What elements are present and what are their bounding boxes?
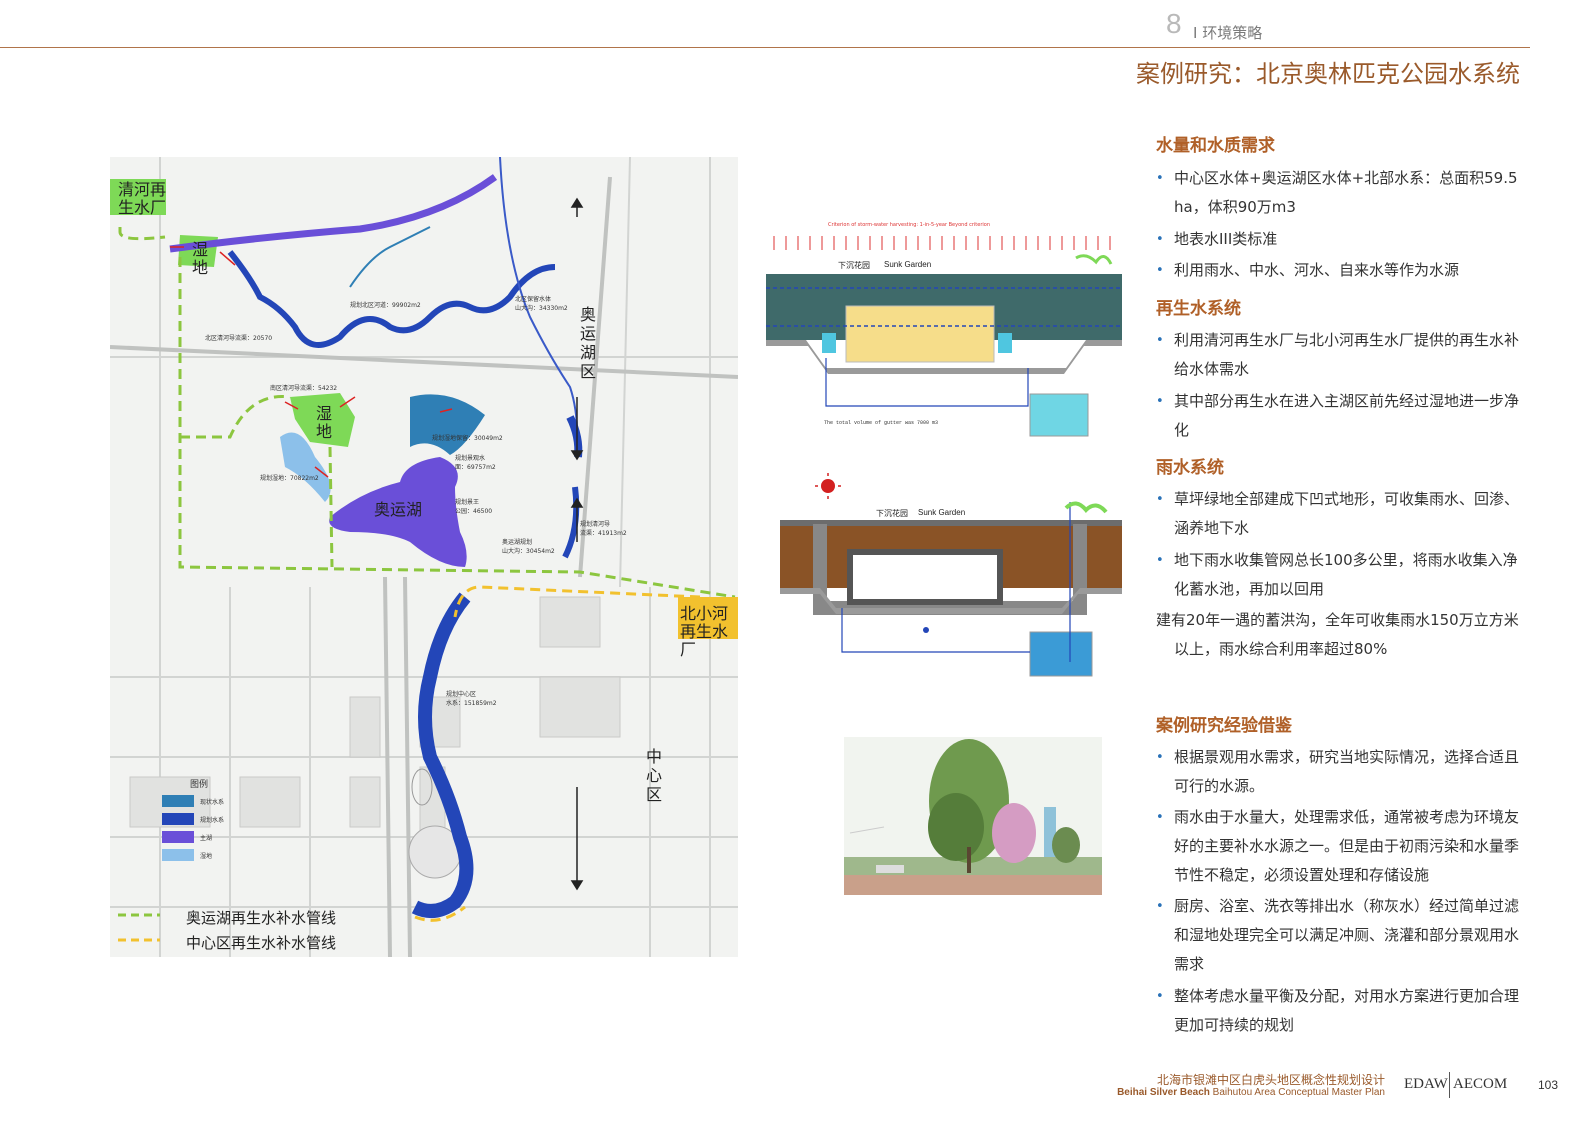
note-diversion-channel: 规划清河导 流渠：41913m2 <box>580 521 627 537</box>
water-demand-item-1: • 中心区水体+奥运湖区水体+北部水系：总面积59.5 ha，体积90万m3 <box>1156 164 1528 222</box>
rain-item-2: • 地下雨水收集管网总长100多公里，将雨水收集入净化蓄水池，再加以回用 <box>1156 546 1528 604</box>
diagram2-garden-label: 下沉花园 <box>876 509 908 518</box>
bullet-dot: • <box>1156 750 1164 765</box>
wetland-north-label: 湿 地 <box>192 240 209 277</box>
diagram2-graphic <box>780 473 1122 677</box>
page-title: 案例研究：北京奥林匹克公园水系统 <box>1136 60 1520 88</box>
olympic-park-water-map: 清河再 生水厂 湿 地 湿 地 奥运湖 奥运湖区 北小河 再生水 厂 中心区 规… <box>110 157 738 957</box>
note-south-channel: 南区清河导流渠：54232 <box>270 385 338 392</box>
logo-separator <box>1449 1072 1450 1098</box>
diagram1-garden-en: Sunk Garden <box>884 260 932 269</box>
note-landscape-water: 规划景观水 面：69757m2 <box>455 455 496 471</box>
lessons-item-2: • 雨水由于水量大，处理需求低，通常被考虑为环境友好的主要补水水源之一。但是由于初… <box>1156 803 1528 890</box>
edaw-logo: EDAW <box>1404 1076 1448 1092</box>
lessons-item-1: • 根据景观用水需求，研究当地实际情况，选择合适且可行的水源。 <box>1156 743 1528 801</box>
lessons-item-4: • 整体考虑水量平衡及分配，对用水方案进行更加合理更加可持续的规划 <box>1156 982 1528 1040</box>
section-heading-lessons: 案例研究经验借鉴 <box>1156 716 1292 736</box>
landscape-illustration-graphic <box>844 737 1102 895</box>
rain-note: 建有20年一遇的蓄洪沟，全年可收集雨水150万立方米以上，雨水综合利用率超过80… <box>1156 611 1519 658</box>
rain-item-1: • 草坪绿地全部建成下凹式地形，可收集雨水、回渗、涵养地下水 <box>1156 485 1528 543</box>
bullet-dot: • <box>1156 810 1164 825</box>
map-legend-item-wetland: 湿地 <box>200 853 213 860</box>
footer-project-en-rest: Baihutou Area Conceptual Master Plan <box>1209 1087 1385 1098</box>
landscape-illustration <box>844 737 1102 895</box>
water-demand-item-3: • 利用雨水、中水、河水、自来水等作为水源 <box>1156 256 1528 285</box>
map-legend-item-lake: 主湖 <box>200 835 213 842</box>
note-planned-wetland: 规划湿地：70822m2 <box>260 475 319 482</box>
diagram1-garden-label: 下沉花园 <box>838 261 870 270</box>
aoyun-lake-label: 奥运湖 <box>374 500 423 519</box>
bullet-dot: • <box>1156 333 1164 348</box>
note-park: 规划景王 公园：46500 <box>455 499 493 515</box>
sunk-garden-section-diagram-1: Criterion of storm-water harvesting: 1-i… <box>766 218 1122 440</box>
note-aoyun-ditch: 奥运湖规划 山大沟：30454m2 <box>502 539 555 555</box>
page-number: 103 <box>1538 1078 1559 1092</box>
diagram1-top-caption: Criterion of storm-water harvesting: 1-i… <box>828 222 990 228</box>
qinghe-plant-label: 清河再 生水厂 <box>118 180 167 217</box>
wetland-south-label: 湿 地 <box>316 404 333 441</box>
bullet-dot: • <box>1156 394 1164 409</box>
beixiaohe-plant-label: 北小河 再生水 厂 <box>680 604 729 659</box>
lessons-item-3: • 厨房、浴室、洗衣等排出水（称灰水）经过简单过滤和湿地处理完全可以满足冲厕、浇灌… <box>1156 892 1528 979</box>
pipe-legend-green-label: 奥运湖再生水补水管线 <box>186 909 337 927</box>
note-north-river: 规划北区河道：99902m2 <box>350 302 421 309</box>
sunk-garden-section-diagram-2: 下沉花园 Sunk Garden <box>780 472 1122 678</box>
diagram1-graphic <box>766 236 1122 437</box>
bullet-dot: • <box>1156 171 1164 186</box>
note-north-existing: 北区保留水体 山大沟：34330m2 <box>515 296 568 312</box>
map-legend-item-planned: 规划水系 <box>200 817 225 824</box>
bullet-dot: • <box>1156 553 1164 568</box>
bullet-dot: • <box>1156 899 1164 914</box>
recycled-item-1: • 利用清河再生水厂与北小河再生水厂提供的再生水补给水体需水 <box>1156 326 1528 384</box>
footer-project-cn: 北海市银滩中区白虎头地区概念性规划设计 <box>1156 1073 1385 1087</box>
bullet-dot: • <box>1156 989 1164 1004</box>
pipe-legend-yellow-label: 中心区再生水补水管线 <box>186 934 337 952</box>
map-legend-item-existing: 现状水系 <box>200 799 225 806</box>
bullet-dot: • <box>1156 263 1164 278</box>
map-legend-title: 图例 <box>190 780 209 790</box>
bullet-dot: • <box>1156 492 1164 507</box>
section-heading-rain: 雨水系统 <box>1156 458 1224 478</box>
aoyun-district-label: 奥运湖区 <box>580 305 597 381</box>
note-center-water: 规划中心区 水系：151859m2 <box>446 691 497 707</box>
diagram2-garden-en: Sunk Garden <box>918 508 966 517</box>
recycled-item-2: • 其中部分再生水在进入主湖区前先经过湿地进一步净化 <box>1156 387 1528 445</box>
bullet-dot: • <box>1156 232 1164 247</box>
section-heading-recycled: 再生水系统 <box>1156 299 1241 319</box>
footer-project-en-bold: Beihai Silver Beach <box>1117 1087 1210 1098</box>
chapter-number: 8 <box>1166 8 1182 39</box>
center-district-label: 中心区 <box>646 747 663 804</box>
water-demand-item-2: • 地表水III类标准 <box>1156 225 1528 254</box>
chapter-title: I 环境策略 <box>1193 24 1263 42</box>
note-wetland-retained: 规划湿地保留：30049m2 <box>432 435 503 442</box>
diagram1-bottom-caption: The total volume of gutter was 7000 m3 <box>824 420 939 426</box>
note-north-channel: 北区清河导流渠：20570 <box>205 335 273 342</box>
header-divider <box>0 47 1530 48</box>
map-legend-swatches <box>162 795 194 861</box>
footer-project-en: Beihai Silver Beach Baihutou Area Concep… <box>1117 1087 1385 1098</box>
section-heading-water-demand: 水量和水质需求 <box>1156 136 1275 156</box>
aecom-logo: AECOM <box>1453 1076 1508 1092</box>
